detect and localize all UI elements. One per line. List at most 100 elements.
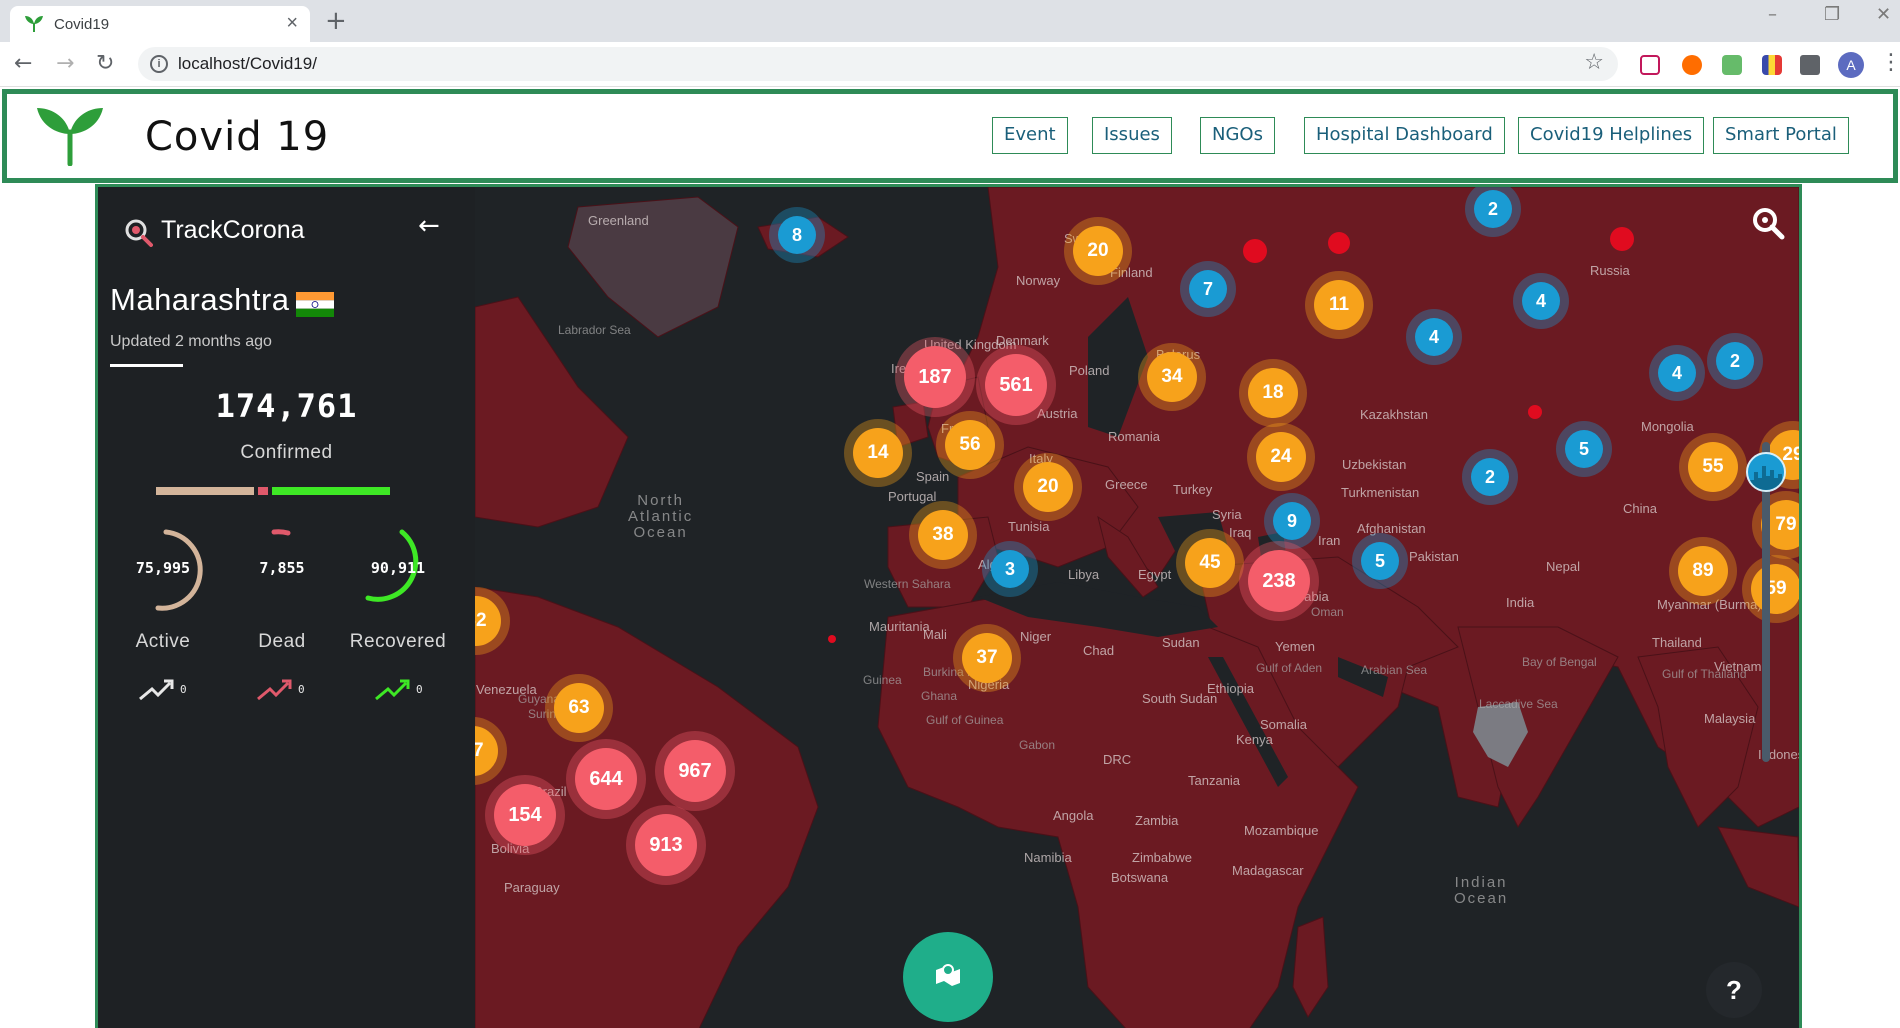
map-label: Labrador Sea [558,323,631,337]
case-cluster-orange[interactable]: 11 [1314,280,1364,330]
map-label: Niger [1020,629,1052,644]
nav-hospital-dashboard-link[interactable]: Hospital Dashboard [1304,117,1505,154]
case-cluster-orange[interactable]: 24 [1256,432,1306,482]
map-label: Mozambique [1244,823,1319,838]
case-cluster-blue[interactable]: 4 [1522,282,1560,320]
map-label: Portugal [888,489,937,504]
case-cluster-blue[interactable]: 2 [1716,342,1754,380]
site-info-icon[interactable]: i [150,55,168,73]
nav-event-link[interactable]: Event [992,117,1068,154]
recovered-delta: 0 [416,683,423,696]
case-cluster-red[interactable]: 913 [635,814,697,876]
dead-value: 7,855 [259,559,305,577]
hotspot-dot[interactable] [1328,232,1350,254]
dead-share-bar [258,487,268,495]
case-cluster-orange[interactable]: 20 [1073,226,1123,276]
hotspot-dot[interactable] [1243,239,1267,263]
case-cluster-blue[interactable]: 7 [1189,270,1227,308]
map-label: Guinea [863,673,902,687]
case-cluster-blue[interactable]: 5 [1565,430,1603,468]
address-bar[interactable]: i localhost/Covid19/ ☆ [138,47,1618,81]
map-label: Namibia [1024,850,1072,865]
dead-delta: 0 [298,683,305,696]
case-cluster-blue[interactable]: 4 [1658,354,1696,392]
extension-flag-icon[interactable] [1762,55,1782,75]
reload-icon[interactable]: ↻ [96,51,114,76]
world-map[interactable]: GreenlandLabrador SeaSwedenFinlandRussia… [98,187,1799,1028]
map-label: Pakistan [1409,549,1459,564]
case-cluster-orange[interactable]: 34 [1147,352,1197,402]
site-title: Covid 19 [145,114,330,160]
case-cluster-orange[interactable]: 63 [554,683,604,733]
case-cluster-red[interactable]: 561 [985,354,1047,416]
case-cluster-red[interactable]: 967 [664,740,726,802]
case-cluster-orange[interactable]: 89 [1678,546,1728,596]
back-icon[interactable]: ← [14,51,32,76]
bookmark-star-icon[interactable]: ☆ [1584,50,1604,75]
browser-tab[interactable]: Covid19 × [10,6,310,42]
map-label: Greenland [588,213,649,228]
case-cluster-red[interactable]: 644 [575,748,637,810]
map-layers-button[interactable] [903,932,993,1022]
time-slider-thumb[interactable] [1746,452,1786,492]
case-cluster-blue[interactable]: 8 [778,216,816,254]
map-label: Western Sahara [864,577,951,591]
map-search-icon[interactable] [1750,205,1786,241]
nav-issues-link[interactable]: Issues [1092,117,1172,154]
minimize-icon[interactable]: – [1768,4,1777,25]
case-cluster-orange[interactable]: 20 [1023,462,1073,512]
case-cluster-blue[interactable]: 5 [1361,542,1399,580]
case-cluster-orange[interactable]: 38 [918,510,968,560]
extensions-puzzle-icon[interactable] [1800,55,1820,75]
extension-orange-icon[interactable] [1682,55,1702,75]
map-label: Mongolia [1641,419,1694,434]
hotspot-dot[interactable] [828,635,836,643]
nav-smart-portal-link[interactable]: Smart Portal [1713,117,1849,154]
forward-icon[interactable]: → [56,51,74,76]
case-cluster-blue[interactable]: 9 [1273,502,1311,540]
case-cluster-orange[interactable]: 56 [945,420,995,470]
case-cluster-orange[interactable]: 37 [962,633,1012,683]
case-cluster-red[interactable]: 187 [904,346,966,408]
url-text[interactable]: localhost/Covid19/ [178,54,317,74]
map-label: Zambia [1135,813,1179,828]
map-label: Kenya [1236,732,1273,747]
help-button[interactable]: ? [1706,962,1762,1018]
new-tab-icon[interactable]: + [325,6,347,36]
stats-sidebar: TrackCorona ← Maharashtra Updated 2 mont… [98,187,475,1028]
profile-avatar[interactable]: A [1838,52,1864,78]
browser-menu-icon[interactable]: ⋮ [1880,50,1900,75]
case-cluster-blue[interactable]: 2 [1471,458,1509,496]
map-label: Madagascar [1232,863,1304,878]
case-cluster-red[interactable]: 238 [1248,550,1310,612]
map-label: Tunisia [1008,519,1050,534]
map-label: China [1623,501,1657,516]
nav-ngos-link[interactable]: NGOs [1200,117,1275,154]
tab-close-icon[interactable]: × [286,12,298,35]
extension-pocket-icon[interactable] [1640,55,1660,75]
case-cluster-orange[interactable]: 45 [1185,538,1235,588]
case-cluster-blue[interactable]: 3 [991,550,1029,588]
nav-covid19-helplines-link[interactable]: Covid19 Helplines [1518,117,1705,154]
case-cluster-orange[interactable]: 59 [1751,564,1799,614]
case-cluster-orange[interactable]: 18 [1248,368,1298,418]
site-header: Covid 19 Event Issues NGOs Hospital Dash… [2,89,1898,183]
back-arrow-icon[interactable]: ← [418,211,440,241]
tab-title: Covid19 [54,16,110,33]
map-label: Ethiopia [1207,681,1254,696]
map-label: Egypt [1138,567,1172,582]
restore-icon[interactable]: ❐ [1824,4,1840,25]
dead-label: Dead [258,631,306,652]
map-label: Botswana [1111,870,1169,885]
case-cluster-blue[interactable]: 2 [1474,190,1512,228]
updated-text: Updated 2 months ago [110,333,272,350]
case-cluster-orange[interactable]: 14 [853,428,903,478]
extension-green-icon[interactable] [1722,55,1742,75]
close-window-icon[interactable]: ✕ [1876,4,1891,25]
case-cluster-red[interactable]: 154 [494,784,556,846]
hotspot-dot[interactable] [1610,227,1634,251]
case-cluster-orange[interactable]: 55 [1688,442,1738,492]
hotspot-dot[interactable] [1528,405,1542,419]
region-name: Maharashtra [110,282,290,317]
case-cluster-blue[interactable]: 4 [1415,318,1453,356]
